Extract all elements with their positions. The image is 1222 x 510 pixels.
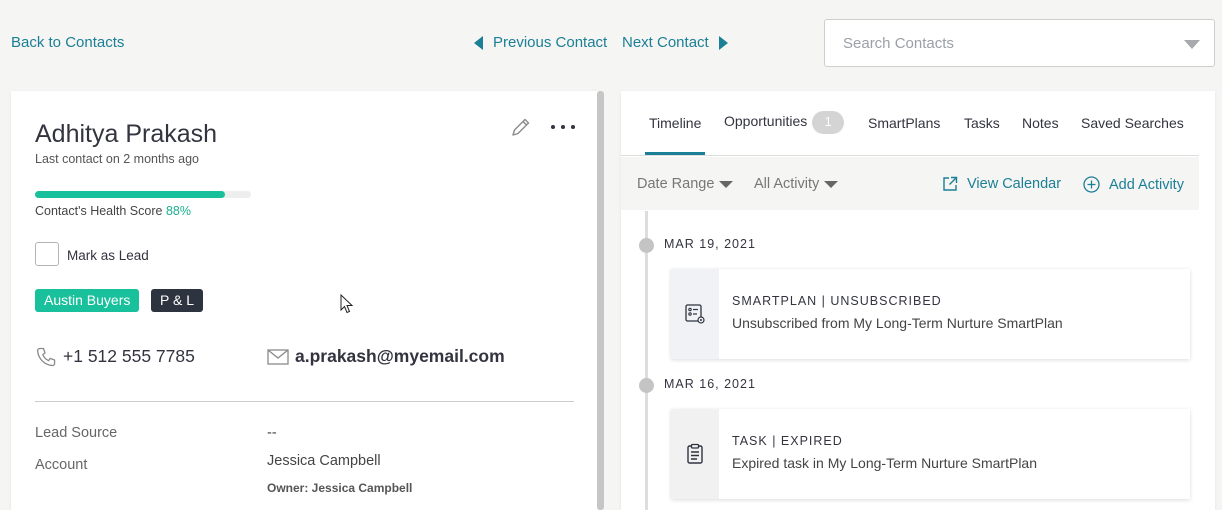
lead-source-label: Lead Source bbox=[35, 425, 118, 441]
external-link-icon bbox=[943, 176, 958, 191]
health-score-label: Contact's Health Score 88% bbox=[35, 204, 191, 218]
date-range-label: Date Range bbox=[637, 176, 715, 192]
timeline-item-title: TASK | EXPIRED bbox=[732, 434, 843, 448]
opportunities-count-badge: 1 bbox=[812, 111, 845, 134]
next-contact-label: Next Contact bbox=[622, 34, 709, 51]
previous-contact-label: Previous Contact bbox=[493, 34, 608, 51]
chevron-right-icon bbox=[718, 35, 728, 50]
caret-down-icon bbox=[719, 180, 734, 188]
timeline-icon-box bbox=[671, 269, 719, 359]
timeline-item[interactable]: TASK | EXPIRED Expired task in My Long-T… bbox=[671, 409, 1190, 499]
tab-notes[interactable]: Notes bbox=[1022, 115, 1059, 131]
next-contact-link[interactable]: Next Contact bbox=[622, 34, 728, 51]
back-to-contacts-link[interactable]: Back to Contacts bbox=[11, 34, 124, 51]
tab-opportunities[interactable]: Opportunities 1 bbox=[724, 111, 845, 134]
phone-icon bbox=[36, 347, 56, 367]
filter-bar: Date Range All Activity View Calendar Ad… bbox=[621, 157, 1199, 210]
account-value[interactable]: Jessica Campbell bbox=[267, 453, 381, 469]
tag-austin-buyers[interactable]: Austin Buyers bbox=[35, 289, 140, 312]
email-icon bbox=[267, 349, 289, 365]
timeline-dot bbox=[639, 378, 654, 393]
mouse-cursor-icon bbox=[340, 294, 354, 314]
date-range-dropdown[interactable]: Date Range bbox=[637, 176, 734, 192]
mark-as-lead-checkbox[interactable] bbox=[35, 242, 59, 266]
search-placeholder: Search Contacts bbox=[843, 35, 954, 52]
timeline-item[interactable]: SMARTPLAN | UNSUBSCRIBED Unsubscribed fr… bbox=[671, 269, 1190, 359]
smartplan-icon bbox=[685, 304, 705, 324]
left-panel-scrollbar[interactable] bbox=[597, 91, 604, 510]
health-score-fill bbox=[35, 191, 226, 198]
account-label: Account bbox=[35, 457, 88, 473]
timeline-date: MAR 16, 2021 bbox=[664, 377, 756, 391]
tab-timeline[interactable]: Timeline bbox=[649, 115, 701, 131]
active-tab-indicator bbox=[645, 152, 705, 155]
caret-down-icon bbox=[824, 180, 839, 188]
tab-saved-searches[interactable]: Saved Searches bbox=[1081, 115, 1184, 131]
phone-number[interactable]: +1 512 555 7785 bbox=[63, 346, 195, 367]
account-owner: Owner: Jessica Campbell bbox=[267, 481, 413, 495]
divider bbox=[35, 401, 574, 402]
pencil-icon[interactable] bbox=[510, 116, 532, 138]
view-calendar-label: View Calendar bbox=[967, 176, 1062, 192]
more-options-icon[interactable] bbox=[551, 118, 575, 136]
mark-as-lead-label: Mark as Lead bbox=[67, 248, 149, 263]
last-contact-text: Last contact on 2 months ago bbox=[35, 152, 199, 166]
contact-card: Adhitya Prakash Last contact on 2 months… bbox=[11, 91, 599, 510]
timeline-item-title: SMARTPLAN | UNSUBSCRIBED bbox=[732, 294, 942, 308]
lead-source-value: -- bbox=[267, 425, 277, 441]
email-address[interactable]: a.prakash@myemail.com bbox=[295, 346, 505, 367]
previous-contact-link[interactable]: Previous Contact bbox=[474, 34, 607, 51]
add-activity-link[interactable]: Add Activity bbox=[1083, 176, 1184, 193]
contact-name: Adhitya Prakash bbox=[35, 120, 218, 148]
timeline-item-description: Expired task in My Long-Term Nurture Sma… bbox=[732, 455, 1037, 471]
top-bar: Back to Contacts Previous Contact Next C… bbox=[0, 0, 1222, 88]
timeline-line bbox=[645, 211, 648, 510]
dropdown-caret-icon[interactable] bbox=[1184, 40, 1200, 49]
tab-smartplans[interactable]: SmartPlans bbox=[868, 115, 940, 131]
timeline-date: MAR 19, 2021 bbox=[664, 237, 756, 251]
timeline-icon-box bbox=[671, 409, 719, 499]
tab-bar: Timeline Opportunities 1 SmartPlans Tasks… bbox=[621, 91, 1199, 156]
chevron-left-icon bbox=[474, 35, 483, 50]
plus-circle-icon bbox=[1083, 176, 1100, 193]
timeline-dot bbox=[639, 238, 654, 253]
clipboard-icon bbox=[687, 443, 703, 464]
add-activity-label: Add Activity bbox=[1109, 176, 1184, 193]
activity-filter-label: All Activity bbox=[754, 176, 820, 192]
tab-opportunities-label: Opportunities bbox=[724, 113, 808, 130]
tab-tasks[interactable]: Tasks bbox=[964, 115, 1000, 131]
activity-filter-dropdown[interactable]: All Activity bbox=[754, 176, 839, 192]
health-score-value: 88% bbox=[165, 204, 191, 218]
activity-panel: Timeline Opportunities 1 SmartPlans Tasks… bbox=[621, 91, 1215, 510]
search-contacts-input[interactable]: Search Contacts bbox=[824, 19, 1215, 67]
tag-p-and-l[interactable]: P & L bbox=[151, 289, 203, 312]
view-calendar-link[interactable]: View Calendar bbox=[942, 176, 1061, 192]
timeline-item-description: Unsubscribed from My Long-Term Nurture S… bbox=[732, 315, 1063, 331]
health-score-bar bbox=[35, 191, 251, 198]
